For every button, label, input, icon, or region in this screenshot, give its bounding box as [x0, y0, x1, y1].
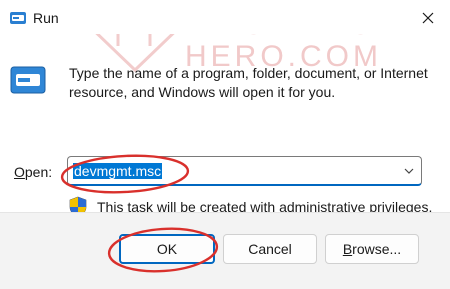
browse-label: rowse...: [352, 241, 402, 257]
open-label: Open:: [14, 164, 52, 180]
open-input-value[interactable]: devmgmt.msc: [73, 163, 163, 179]
run-icon: [10, 12, 26, 24]
open-combobox[interactable]: devmgmt.msc: [67, 156, 422, 186]
run-large-icon: [10, 66, 46, 94]
open-label-accesskey: O: [14, 164, 25, 180]
window-title: Run: [33, 10, 59, 26]
run-dialog: TECHNIC HERO.COM Run Type the name of a …: [0, 0, 450, 289]
chevron-down-icon[interactable]: [403, 164, 415, 178]
browse-button[interactable]: Browse...: [325, 234, 419, 264]
description-text: Type the name of a program, folder, docu…: [69, 65, 428, 100]
browse-accesskey: B: [342, 241, 353, 257]
title-bar: Run: [0, 0, 450, 34]
cancel-button[interactable]: Cancel: [223, 234, 317, 264]
ok-button[interactable]: OK: [119, 234, 215, 264]
close-icon[interactable]: [420, 10, 436, 26]
open-label-text: pen:: [24, 164, 53, 180]
dialog-content: Type the name of a program, folder, docu…: [0, 34, 450, 218]
